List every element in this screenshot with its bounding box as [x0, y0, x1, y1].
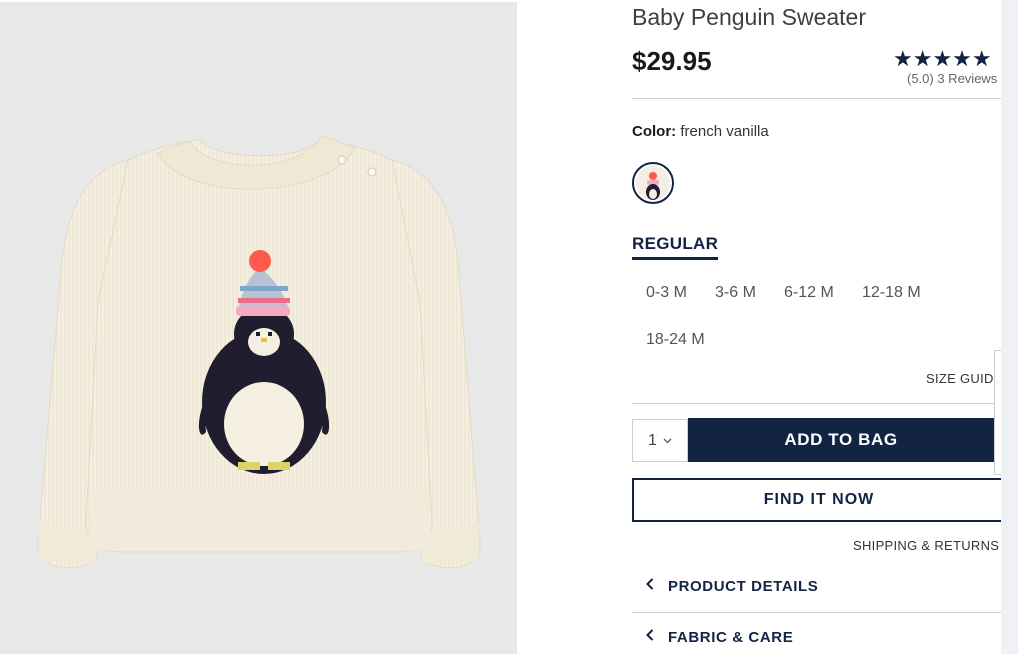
- shipping-returns-link[interactable]: SHIPPING & RETURNS: [853, 538, 999, 553]
- product-price: $29.95: [632, 46, 712, 76]
- size-option-18-24m[interactable]: 18-24 M: [646, 331, 705, 349]
- color-label: Color:: [632, 123, 677, 140]
- swatch-image: [636, 166, 670, 200]
- chevron-left-icon: [632, 577, 668, 595]
- size-guide-link[interactable]: SIZE GUID: [926, 371, 994, 386]
- page-edge: [1001, 0, 1018, 654]
- size-option-3-6m[interactable]: 3-6 M: [715, 284, 756, 302]
- size-option-12-18m[interactable]: 12-18 M: [862, 284, 921, 302]
- find-it-now-button[interactable]: FIND IT NOW: [632, 478, 1006, 522]
- reviews-link[interactable]: (5.0) 3 Reviews: [907, 71, 997, 86]
- add-to-bag-button[interactable]: ADD TO BAG: [688, 418, 994, 462]
- accordion-label: PRODUCT DETAILS: [668, 577, 819, 595]
- quantity-select[interactable]: 1: [632, 419, 688, 462]
- size-option-0-3m[interactable]: 0-3 M: [646, 284, 687, 302]
- chevron-down-icon: [663, 436, 672, 447]
- size-option-6-12m[interactable]: 6-12 M: [784, 284, 834, 302]
- chevron-left-icon: [632, 628, 668, 646]
- color-label-row: Color: french vanilla: [632, 123, 769, 140]
- divider: [632, 98, 1002, 99]
- rating-stars[interactable]: ★★★★★: [893, 46, 992, 72]
- divider: [632, 403, 1002, 404]
- divider: [632, 612, 1002, 613]
- accordion-fabric-care[interactable]: FABRIC & CARE: [632, 614, 1002, 654]
- color-swatch-french-vanilla[interactable]: [632, 162, 674, 204]
- penguin-sweater-illustration: [37, 135, 481, 569]
- product-image[interactable]: [0, 2, 517, 654]
- quantity-value: 1: [648, 431, 657, 449]
- tab-regular-fit[interactable]: REGULAR: [632, 234, 719, 260]
- accordion-label: FABRIC & CARE: [668, 628, 794, 646]
- color-value: french vanilla: [680, 123, 769, 140]
- accordion-product-details[interactable]: PRODUCT DETAILS: [632, 563, 1002, 609]
- product-title: Baby Penguin Sweater: [632, 4, 866, 30]
